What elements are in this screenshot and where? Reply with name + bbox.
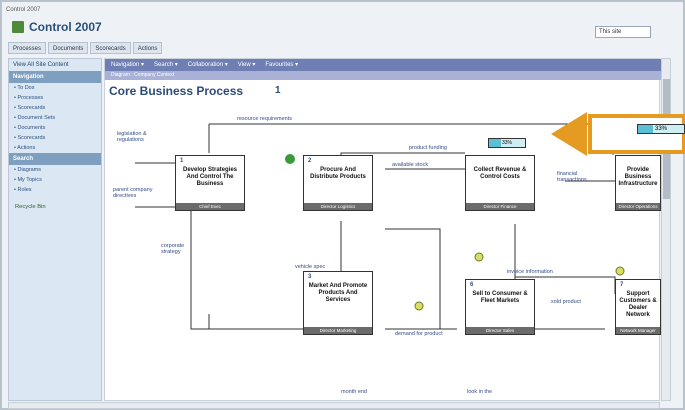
- brand: Control 2007: [12, 17, 392, 37]
- label-product-funding: product funding: [409, 145, 447, 151]
- brand-title: Control 2007: [29, 20, 102, 34]
- label-vehicle-spec: vehicle spec: [295, 264, 326, 270]
- view-all-content-link[interactable]: View All Site Content: [9, 59, 101, 71]
- connector-lines: [135, 123, 625, 330]
- tab-documents[interactable]: Documents: [48, 42, 89, 54]
- navigation-heading: Navigation: [9, 71, 101, 83]
- process-title: Support Customers & Dealer Network: [619, 291, 657, 318]
- left-navigation: View All Site Content Navigation • To Do…: [8, 58, 102, 401]
- vertical-scrollbar[interactable]: [661, 58, 671, 401]
- label-corporate-strategy: corporate strategy: [161, 243, 185, 255]
- process-number: 3: [308, 274, 312, 280]
- process-number: 6: [470, 282, 474, 288]
- nav-item-scorecards-2[interactable]: • Scorecards: [9, 133, 101, 143]
- app-window: Control 2007 Control 2007 This site Proc…: [0, 0, 685, 410]
- recycle-bin-link[interactable]: Recycle Bin: [9, 201, 101, 213]
- zoom-callout: 33%: [588, 114, 685, 154]
- process-number: 2: [308, 158, 312, 164]
- label-month-end: month end: [341, 389, 367, 395]
- progress-indicator: 33%: [488, 138, 526, 148]
- process-owner: Director Marketing: [304, 327, 372, 334]
- process-title: Collect Revenue & Control Costs: [473, 167, 527, 180]
- nav-item-roles[interactable]: • Roles: [9, 185, 101, 195]
- main-content: Navigation ▾ Search ▾ Collaboration ▾ Vi…: [104, 58, 661, 402]
- callout-arrow-icon: [551, 112, 587, 156]
- search-heading: Search: [9, 153, 101, 165]
- label-demand-for-product: demand for product: [395, 331, 443, 337]
- window-title: Control 2007: [6, 7, 41, 13]
- nav-item-actions[interactable]: • Actions: [9, 143, 101, 153]
- process-number: 7: [620, 282, 624, 288]
- process-title: Procure And Distribute Products: [310, 167, 366, 180]
- process-title: Provide Business Infrastructure: [618, 167, 658, 187]
- nav-item-documents[interactable]: • Documents: [9, 123, 101, 133]
- process-owner: Director Finance: [466, 203, 534, 210]
- tab-scorecards[interactable]: Scorecards: [90, 42, 131, 54]
- process-owner: Director Operations: [616, 203, 660, 210]
- process-title: Sell to Consumer & Fleet Markets: [472, 291, 528, 304]
- brand-logo-icon: [12, 21, 24, 33]
- nav-item-diagrams[interactable]: • Diagrams: [9, 165, 101, 175]
- nav-item-processes[interactable]: • Processes: [9, 93, 101, 103]
- label-parent-directives: parent company directives: [113, 187, 153, 199]
- nav-item-scorecards[interactable]: • Scorecards: [9, 103, 101, 113]
- label-financial-transactions: financial transactions: [557, 171, 587, 183]
- label-available-stock: available stock: [392, 162, 429, 168]
- process-owner: Director Sales: [466, 327, 534, 334]
- process-box[interactable]: 2 Procure And Distribute Products Direct…: [303, 155, 373, 211]
- process-owner: Network Manager: [616, 327, 660, 334]
- nav-item-document-sets[interactable]: • Document Sets: [9, 113, 101, 123]
- progress-percent: 33%: [501, 140, 512, 146]
- tab-processes[interactable]: Processes: [8, 42, 47, 54]
- callout-progress: 33%: [637, 124, 685, 134]
- tab-actions[interactable]: Actions: [132, 42, 163, 54]
- callout-percent: 33%: [654, 126, 667, 132]
- process-owner: Chief Exec: [176, 203, 244, 210]
- label-invoice-information: invoice information: [507, 269, 553, 275]
- horizontal-scrollbar[interactable]: [8, 402, 660, 409]
- process-box[interactable]: 3 Market And Promote Products And Servic…: [303, 271, 373, 335]
- process-owner: Director Logistics: [304, 203, 372, 210]
- process-box[interactable]: Collect Revenue & Control Costs Director…: [465, 155, 535, 211]
- label-resource-requirements: resource requirements: [237, 116, 293, 122]
- label-look-in: look in the: [467, 389, 493, 395]
- process-box[interactable]: 6 Sell to Consumer & Fleet Markets Direc…: [465, 279, 535, 335]
- site-dropdown[interactable]: This site: [595, 26, 651, 38]
- process-box[interactable]: 1 Develop Strategies And Control The Bus…: [175, 155, 245, 211]
- process-diagram: 1 Develop Strategies And Control The Bus…: [105, 59, 661, 402]
- label-sold-product: sold product: [551, 299, 581, 305]
- nav-item-my-topics[interactable]: • My Topics: [9, 175, 101, 185]
- process-number: 1: [180, 158, 184, 164]
- top-tabs: Processes Documents Scorecards Actions: [8, 42, 163, 54]
- label-legislation: legislation & regulations: [117, 131, 147, 143]
- process-title: Market And Promote Products And Services: [308, 283, 368, 303]
- process-box[interactable]: Provide Business Infrastructure Director…: [615, 155, 661, 211]
- process-title: Develop Strategies And Control The Busin…: [182, 167, 238, 187]
- process-box[interactable]: 7 Support Customers & Dealer Network Net…: [615, 279, 661, 335]
- nav-item-todos[interactable]: • To Dos: [9, 83, 101, 93]
